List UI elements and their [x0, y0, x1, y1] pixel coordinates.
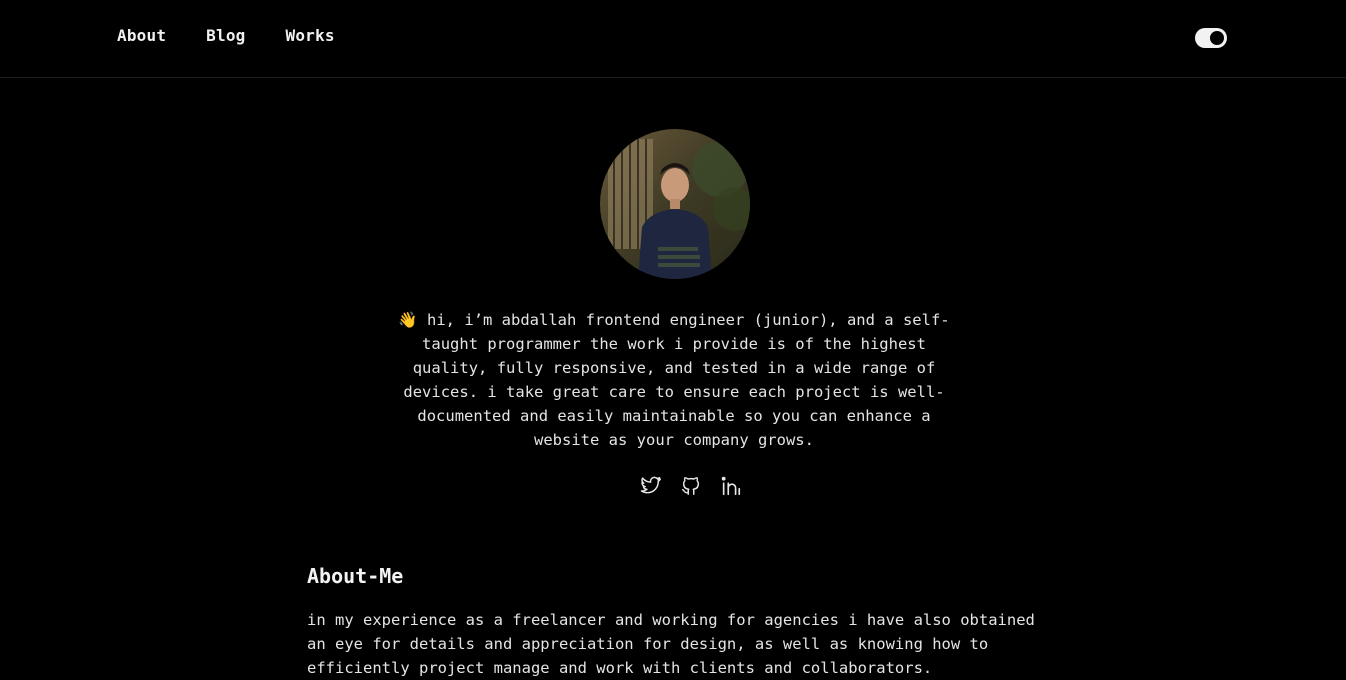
toggle-knob: [1210, 31, 1224, 45]
profile-photo-icon: [600, 129, 750, 279]
linkedin-icon[interactable]: [720, 475, 742, 497]
about-me-text: in my experience as a freelancer and wor…: [307, 611, 1035, 677]
main-nav: About Blog Works: [117, 26, 335, 45]
twitter-icon[interactable]: [640, 475, 662, 497]
about-me-heading: About-Me: [307, 564, 404, 588]
github-icon[interactable]: [680, 475, 702, 497]
intro-text: 👋 hi, i’m abdallah frontend engineer (ju…: [398, 311, 950, 449]
site-header: About Blog Works: [0, 0, 1346, 78]
nav-works-link[interactable]: Works: [286, 26, 335, 45]
social-links: [640, 475, 742, 497]
nav-about-link[interactable]: About: [117, 26, 166, 45]
nav-blog-link[interactable]: Blog: [206, 26, 245, 45]
profile-avatar: [600, 129, 750, 279]
theme-toggle[interactable]: [1195, 28, 1227, 48]
